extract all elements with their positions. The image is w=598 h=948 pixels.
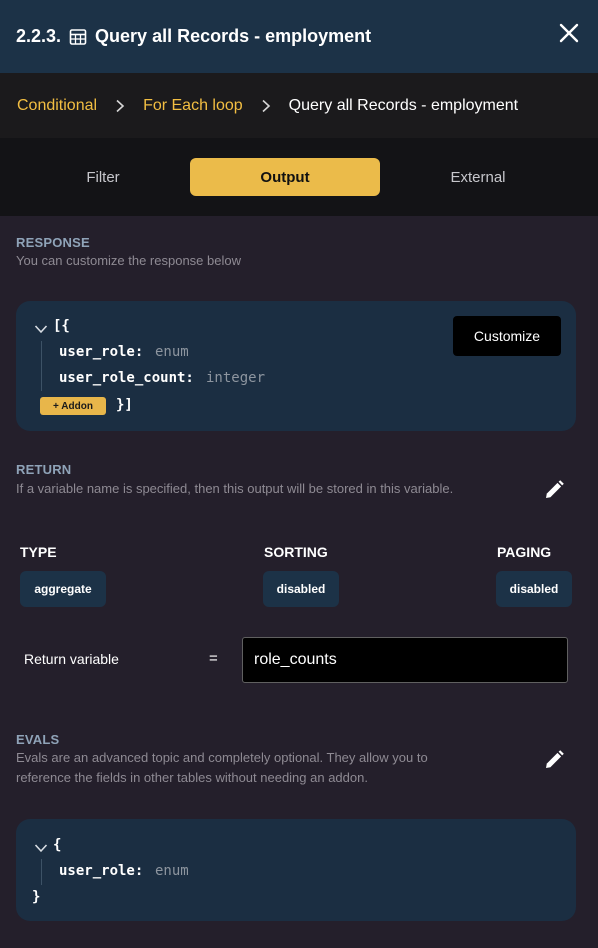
evals-close-brace: }	[32, 889, 41, 905]
chevron-right-icon	[115, 99, 125, 113]
chevron-down-icon[interactable]	[34, 322, 48, 334]
response-title: RESPONSE	[16, 235, 90, 250]
tab-external[interactable]: External	[388, 158, 568, 196]
breadcrumb-conditional[interactable]: Conditional	[17, 97, 97, 115]
sorting-label: SORTING	[264, 544, 328, 560]
tab-filter[interactable]: Filter	[24, 158, 182, 196]
response-close-brace: }]	[116, 397, 133, 413]
edit-return-pencil-icon[interactable]	[543, 479, 565, 501]
close-icon[interactable]	[558, 22, 580, 44]
tab-output[interactable]: Output	[190, 158, 380, 196]
paging-label: PAGING	[497, 544, 552, 560]
field-type: integer	[206, 370, 266, 386]
type-badge[interactable]: aggregate	[20, 571, 106, 607]
field-type: enum	[155, 863, 189, 879]
chevron-down-icon[interactable]	[34, 841, 48, 853]
indent-guide	[41, 341, 42, 391]
tab-bar: Filter Output External	[0, 138, 598, 216]
return-title: RETURN	[16, 462, 72, 477]
response-open-brace: [{	[53, 318, 70, 334]
customize-button[interactable]: Customize	[453, 316, 561, 356]
evals-description-line1: Evals are an advanced topic and complete…	[16, 750, 428, 765]
evals-title: EVALS	[16, 732, 60, 747]
field-key: user_role_count:	[59, 370, 194, 386]
panel-header: 2.2.3. Query all Records - employment	[0, 0, 598, 73]
evals-schema: { user_role: enum }	[16, 819, 576, 921]
chevron-right-icon	[261, 99, 271, 113]
field-key: user_role:	[59, 344, 144, 360]
add-addon-button[interactable]: + Addon	[40, 397, 106, 415]
breadcrumb: Conditional For Each loop Query all Reco…	[0, 73, 598, 138]
equals-sign: =	[209, 650, 218, 667]
evals-open-brace: {	[53, 837, 62, 853]
return-variable-label: Return variable	[24, 651, 119, 667]
table-icon	[69, 28, 87, 46]
response-description: You can customize the response below	[16, 253, 241, 268]
return-description: If a variable name is specified, then th…	[16, 481, 454, 496]
evals-description-line2: reference the fields in other tables wit…	[16, 770, 368, 785]
response-schema: [{ user_role: enum user_role_count: inte…	[16, 301, 576, 431]
sorting-badge[interactable]: disabled	[263, 571, 339, 607]
field-key: user_role:	[59, 863, 144, 879]
paging-badge[interactable]: disabled	[496, 571, 572, 607]
breadcrumb-current: Query all Records - employment	[288, 96, 519, 114]
return-variable-input[interactable]	[242, 637, 568, 683]
step-number: 2.2.3.	[16, 26, 62, 46]
panel-title: Query all Records - employment	[95, 26, 372, 46]
indent-guide	[41, 859, 42, 885]
type-label: TYPE	[20, 544, 57, 560]
field-type: enum	[155, 344, 189, 360]
breadcrumb-for-each-loop[interactable]: For Each loop	[143, 97, 243, 115]
edit-evals-pencil-icon[interactable]	[543, 749, 565, 771]
